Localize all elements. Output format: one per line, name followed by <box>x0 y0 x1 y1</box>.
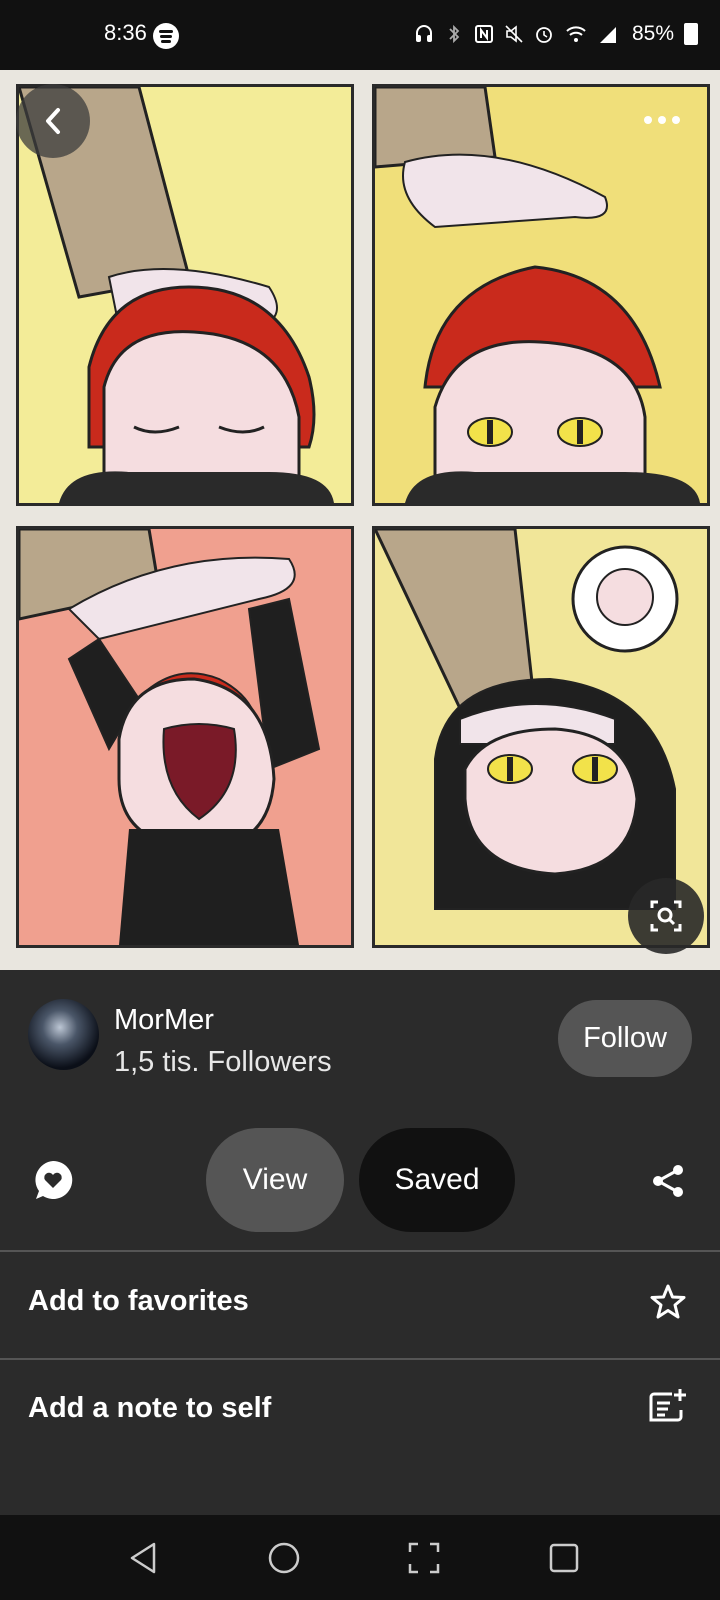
more-icon <box>644 116 680 124</box>
wifi-icon <box>566 26 586 42</box>
pin-details: MorMer 1,5 tis. Followers Follow View Sa… <box>0 970 720 1515</box>
headphones-icon <box>416 25 432 42</box>
status-bar: 8:36 85% <box>0 0 720 70</box>
back-nav-icon[interactable] <box>126 1540 162 1576</box>
divider <box>0 1250 720 1252</box>
nfc-icon <box>475 25 493 43</box>
pin-image[interactable] <box>0 70 720 970</box>
back-button[interactable] <box>16 84 90 158</box>
home-nav-icon[interactable] <box>266 1540 302 1576</box>
bluetooth-icon <box>449 24 460 44</box>
battery-percent: 85% <box>632 22 675 45</box>
add-note-label: Add a note to self <box>28 1392 272 1424</box>
visual-search-button[interactable] <box>628 878 704 954</box>
creator-name[interactable]: MorMer <box>114 1004 214 1037</box>
recents-nav-icon[interactable] <box>546 1540 582 1576</box>
creator-followers: 1,5 tis. Followers <box>114 1046 332 1078</box>
star-icon <box>650 1284 686 1319</box>
back-icon <box>46 108 60 134</box>
divider <box>0 1358 720 1360</box>
saved-button[interactable]: Saved <box>359 1128 515 1232</box>
comic-panel-3 <box>16 526 354 948</box>
comic-panel-2 <box>372 84 710 506</box>
status-time: 8:36 <box>104 20 147 45</box>
lens-search-icon <box>650 900 682 932</box>
view-button[interactable]: View <box>206 1128 344 1232</box>
follow-button[interactable]: Follow <box>558 1000 692 1077</box>
battery-icon <box>684 23 699 45</box>
comment-icon[interactable] <box>32 1159 74 1201</box>
share-icon[interactable] <box>650 1163 686 1199</box>
spotify-icon <box>153 23 179 49</box>
mute-icon <box>505 25 523 43</box>
note-add-icon <box>649 1389 686 1422</box>
signal-icon <box>600 27 616 43</box>
system-nav-bar <box>0 1515 720 1600</box>
add-to-favorites-label: Add to favorites <box>28 1285 249 1317</box>
alarm-icon <box>536 27 552 43</box>
avatar[interactable] <box>28 999 99 1070</box>
screenshot-nav-icon[interactable] <box>406 1540 442 1576</box>
more-options-button[interactable] <box>640 110 690 130</box>
status-icons: 85% <box>414 22 699 46</box>
